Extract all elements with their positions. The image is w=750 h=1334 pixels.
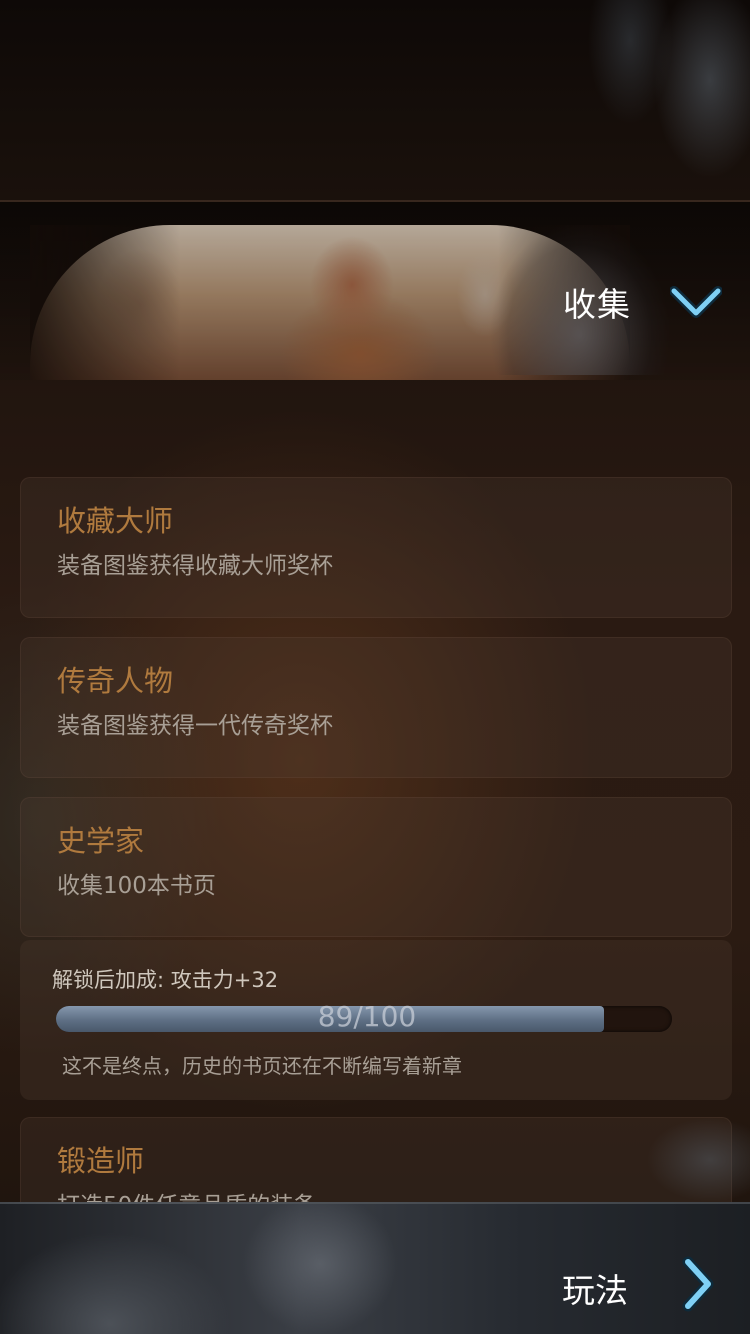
section-title: 收集	[563, 285, 631, 324]
achievement-desc: 装备图鉴获得收藏大师奖杯	[57, 553, 333, 579]
achievement-title: 收藏大师	[57, 504, 174, 538]
dropdown-toggle[interactable]	[668, 280, 724, 324]
chevron-right-icon	[682, 1256, 714, 1312]
achievement-title: 传奇人物	[57, 664, 174, 698]
ornament-top-right	[510, 0, 750, 230]
progress-label: 89/100	[317, 1000, 417, 1033]
achievement-detail-panel: 解锁后加成: 攻击力+32 89/100 这不是终点，历史的书页还在不断编写着新…	[20, 940, 732, 1100]
achievement-title: 史学家	[57, 824, 145, 858]
achievement-card-historian[interactable]: 史学家 收集100本书页	[20, 797, 732, 937]
chevron-down-icon	[670, 286, 722, 318]
gameplay-nav-bar[interactable]: 玩法	[0, 1202, 750, 1334]
achievement-desc: 收集100本书页	[57, 873, 216, 899]
achievement-card-collector[interactable]: 收藏大师 装备图鉴获得收藏大师奖杯	[20, 477, 732, 618]
gameplay-label: 玩法	[562, 1271, 628, 1310]
flavor-text: 这不是终点，历史的书页还在不断编写着新章	[62, 1054, 462, 1078]
bonus-text: 解锁后加成: 攻击力+32	[52, 968, 279, 992]
achievement-desc: 装备图鉴获得一代传奇奖杯	[57, 713, 333, 739]
achievement-title: 锻造师	[57, 1144, 145, 1178]
achievement-card-legend[interactable]: 传奇人物 装备图鉴获得一代传奇奖杯	[20, 637, 732, 778]
